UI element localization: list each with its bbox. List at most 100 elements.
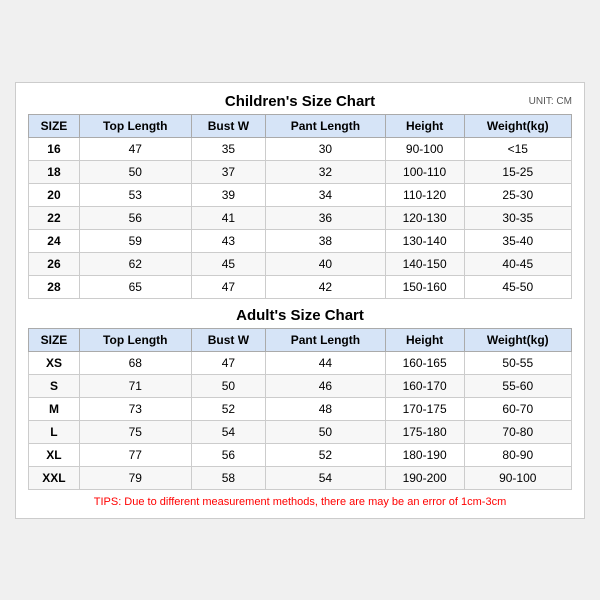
table-row: 1647353090-100<15 <box>29 137 572 160</box>
table-cell: 68 <box>79 351 191 374</box>
table-cell: 160-165 <box>385 351 464 374</box>
table-cell: 79 <box>79 466 191 489</box>
table-cell: 15-25 <box>464 160 571 183</box>
table-cell: 47 <box>191 275 266 298</box>
adult-title-row: Adult's Size Chart <box>28 307 572 324</box>
children-col-top-length: Top Length <box>79 114 191 137</box>
children-col-height: Height <box>385 114 464 137</box>
table-cell: 47 <box>191 351 266 374</box>
table-cell: 52 <box>191 397 266 420</box>
table-cell: 110-120 <box>385 183 464 206</box>
adult-col-top-length: Top Length <box>79 328 191 351</box>
table-cell: 22 <box>29 206 80 229</box>
table-cell: 50-55 <box>464 351 571 374</box>
table-cell: 54 <box>266 466 386 489</box>
table-row: XXL795854190-20090-100 <box>29 466 572 489</box>
table-cell: 48 <box>266 397 386 420</box>
children-size-table: SIZE Top Length Bust W Pant Length Heigh… <box>28 114 572 299</box>
adult-size-table: SIZE Top Length Bust W Pant Length Heigh… <box>28 328 572 490</box>
table-cell: 43 <box>191 229 266 252</box>
table-cell: 59 <box>79 229 191 252</box>
table-cell: XL <box>29 443 80 466</box>
table-cell: 180-190 <box>385 443 464 466</box>
table-cell: 140-150 <box>385 252 464 275</box>
table-cell: 120-130 <box>385 206 464 229</box>
table-cell: 50 <box>191 374 266 397</box>
table-cell: 50 <box>79 160 191 183</box>
table-cell: 58 <box>191 466 266 489</box>
table-cell: S <box>29 374 80 397</box>
adult-col-weight: Weight(kg) <box>464 328 571 351</box>
table-row: L755450175-18070-80 <box>29 420 572 443</box>
table-cell: 77 <box>79 443 191 466</box>
children-col-pant-length: Pant Length <box>266 114 386 137</box>
table-row: 20533934110-12025-30 <box>29 183 572 206</box>
table-cell: <15 <box>464 137 571 160</box>
table-row: 28654742150-16045-50 <box>29 275 572 298</box>
table-cell: 32 <box>266 160 386 183</box>
table-cell: 20 <box>29 183 80 206</box>
table-cell: 28 <box>29 275 80 298</box>
table-cell: L <box>29 420 80 443</box>
table-cell: 39 <box>191 183 266 206</box>
table-cell: 40 <box>266 252 386 275</box>
table-cell: 90-100 <box>385 137 464 160</box>
table-cell: 53 <box>79 183 191 206</box>
adult-chart-title: Adult's Size Chart <box>236 307 364 324</box>
table-cell: 75 <box>79 420 191 443</box>
table-cell: 30-35 <box>464 206 571 229</box>
table-cell: 62 <box>79 252 191 275</box>
table-cell: 45 <box>191 252 266 275</box>
table-cell: 40-45 <box>464 252 571 275</box>
table-cell: M <box>29 397 80 420</box>
tips-text: TIPS: Due to different measurement metho… <box>28 496 572 508</box>
table-row: 18503732100-11015-25 <box>29 160 572 183</box>
table-cell: 34 <box>266 183 386 206</box>
table-cell: 130-140 <box>385 229 464 252</box>
table-cell: 45-50 <box>464 275 571 298</box>
table-cell: XS <box>29 351 80 374</box>
table-row: 24594338130-14035-40 <box>29 229 572 252</box>
table-cell: 52 <box>266 443 386 466</box>
children-header-row: SIZE Top Length Bust W Pant Length Heigh… <box>29 114 572 137</box>
table-cell: 65 <box>79 275 191 298</box>
table-cell: 18 <box>29 160 80 183</box>
table-row: XS684744160-16550-55 <box>29 351 572 374</box>
table-cell: 25-30 <box>464 183 571 206</box>
children-col-bust-w: Bust W <box>191 114 266 137</box>
table-cell: 24 <box>29 229 80 252</box>
table-cell: 35-40 <box>464 229 571 252</box>
table-row: S715046160-17055-60 <box>29 374 572 397</box>
table-cell: 50 <box>266 420 386 443</box>
table-cell: 44 <box>266 351 386 374</box>
children-title-row: Children's Size Chart UNIT: CM <box>28 93 572 110</box>
adult-col-size: SIZE <box>29 328 80 351</box>
table-cell: 54 <box>191 420 266 443</box>
table-cell: 160-170 <box>385 374 464 397</box>
table-cell: 16 <box>29 137 80 160</box>
table-cell: 36 <box>266 206 386 229</box>
table-cell: 80-90 <box>464 443 571 466</box>
chart-container: Children's Size Chart UNIT: CM SIZE Top … <box>15 82 585 519</box>
table-cell: 26 <box>29 252 80 275</box>
table-cell: 56 <box>79 206 191 229</box>
table-cell: XXL <box>29 466 80 489</box>
table-cell: 71 <box>79 374 191 397</box>
table-row: M735248170-17560-70 <box>29 397 572 420</box>
table-cell: 56 <box>191 443 266 466</box>
table-cell: 47 <box>79 137 191 160</box>
table-row: 22564136120-13030-35 <box>29 206 572 229</box>
children-col-size: SIZE <box>29 114 80 137</box>
table-row: XL775652180-19080-90 <box>29 443 572 466</box>
children-col-weight: Weight(kg) <box>464 114 571 137</box>
unit-label: UNIT: CM <box>529 96 572 107</box>
table-cell: 150-160 <box>385 275 464 298</box>
children-chart-title: Children's Size Chart <box>225 93 375 110</box>
table-cell: 38 <box>266 229 386 252</box>
adult-header-row: SIZE Top Length Bust W Pant Length Heigh… <box>29 328 572 351</box>
table-cell: 170-175 <box>385 397 464 420</box>
table-cell: 41 <box>191 206 266 229</box>
adult-col-height: Height <box>385 328 464 351</box>
table-cell: 60-70 <box>464 397 571 420</box>
table-cell: 42 <box>266 275 386 298</box>
